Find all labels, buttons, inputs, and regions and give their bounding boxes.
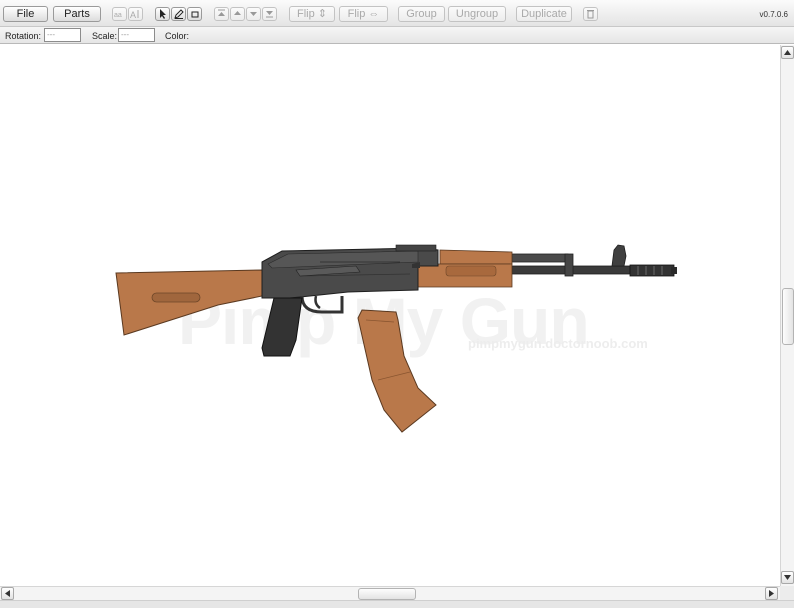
scroll-left-icon[interactable] [1, 587, 14, 600]
gun-part-front-sight[interactable] [611, 244, 627, 267]
svg-text:aa: aa [114, 12, 122, 19]
font-small-icon[interactable]: aa [112, 7, 127, 21]
status-bar [0, 600, 794, 608]
ungroup-button[interactable]: Ungroup [448, 6, 506, 22]
svg-text:A: A [130, 10, 136, 19]
gun-part-stock[interactable] [115, 269, 263, 336]
move-top-icon[interactable] [214, 7, 229, 21]
design-canvas[interactable]: Pimp My Gun pimpmygun.doctornoob.com [0, 45, 780, 586]
group-button[interactable]: Group [398, 6, 445, 22]
edit-icon[interactable] [171, 7, 186, 21]
flip-vertical-button[interactable]: Flip ⇕ [289, 6, 335, 22]
rotation-input[interactable]: --- [44, 28, 81, 42]
move-down-icon[interactable] [246, 7, 261, 21]
scrollbar-corner [780, 586, 794, 600]
gun-part-gas-block[interactable] [564, 253, 574, 277]
main-toolbar: File Parts aa A Flip ⇕ Flip ⇔ Group Ungr… [0, 0, 794, 27]
select-arrow-icon[interactable] [155, 7, 170, 21]
scroll-down-icon[interactable] [781, 571, 794, 584]
app-window: File Parts aa A Flip ⇕ Flip ⇔ Group Ungr… [0, 0, 794, 608]
move-bottom-icon[interactable] [262, 7, 277, 21]
color-label: Color: [165, 31, 190, 41]
version-label: v0.7.0.6 [759, 10, 788, 19]
flip-horizontal-button[interactable]: Flip ⇔ [339, 6, 388, 22]
gun-part-rear-sight[interactable] [395, 244, 437, 252]
gun-part-upper-handguard[interactable] [439, 249, 513, 265]
vertical-scrollbar[interactable] [780, 45, 794, 586]
rotation-label: Rotation: [5, 31, 42, 41]
horizontal-scroll-thumb[interactable] [358, 588, 416, 600]
gun-part-trigger-guard[interactable] [300, 295, 344, 314]
parts-button[interactable]: Parts [53, 6, 101, 22]
horizontal-scrollbar[interactable] [0, 586, 780, 600]
gun-illustration [115, 244, 677, 433]
font-large-icon[interactable]: A [128, 7, 143, 21]
gun-part-trigger[interactable] [314, 295, 321, 310]
scroll-right-icon[interactable] [765, 587, 778, 600]
move-up-icon[interactable] [230, 7, 245, 21]
file-button[interactable]: File [3, 6, 48, 22]
gun-part-pistol-grip[interactable] [261, 297, 303, 357]
scale-label: Scale: [92, 31, 118, 41]
gun-part-muzzle-tip [671, 267, 677, 274]
gun-part-muzzle-brake[interactable] [629, 264, 675, 277]
gun-part-magazine[interactable] [357, 309, 437, 433]
properties-bar: Rotation: --- Scale: --- Color: [0, 27, 794, 44]
duplicate-button[interactable]: Duplicate [516, 6, 572, 22]
scroll-up-icon[interactable] [781, 46, 794, 59]
gun-part-stock-slot [151, 292, 201, 303]
trash-icon[interactable] [583, 7, 598, 21]
scale-input[interactable]: --- [118, 28, 155, 42]
crop-icon[interactable] [187, 7, 202, 21]
gun-part-gas-tube[interactable] [511, 253, 569, 263]
vertical-scroll-thumb[interactable] [782, 288, 794, 345]
